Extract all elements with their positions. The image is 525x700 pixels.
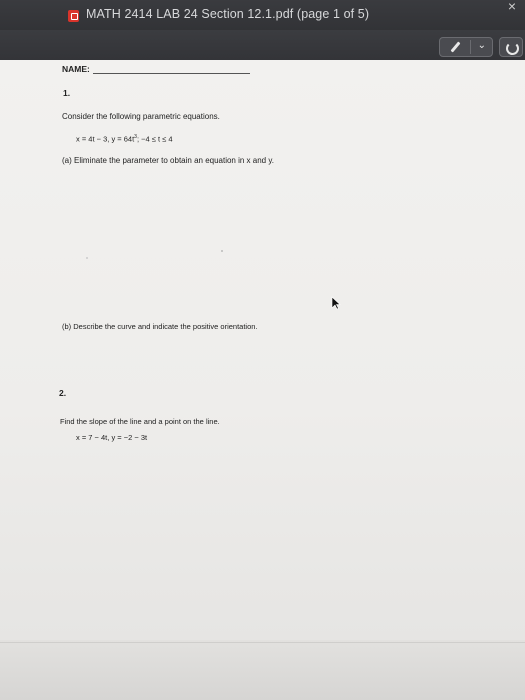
- question-1-part-a: (a) Eliminate the parameter to obtain an…: [62, 156, 274, 165]
- name-underline: [93, 73, 250, 74]
- question-2-number: 2.: [59, 388, 67, 398]
- markup-button[interactable]: ⌄: [439, 37, 493, 57]
- question-2-prompt: Find the slope of the line and a point o…: [60, 417, 220, 426]
- question-1-part-b: (b) Describe the curve and indicate the …: [62, 322, 258, 331]
- chevron-down-icon[interactable]: ⌄: [478, 40, 486, 51]
- button-divider: [470, 40, 471, 54]
- pdf-icon: [68, 10, 79, 22]
- rotate-button[interactable]: [499, 37, 523, 57]
- close-icon[interactable]: ×: [503, 0, 521, 13]
- rotate-icon: [506, 42, 519, 55]
- pdf-page: NAME: 1. Consider the following parametr…: [0, 60, 525, 640]
- question-1-eq-main: x = 4t − 3, y = 64t: [76, 134, 135, 144]
- mouse-cursor-icon: [331, 296, 341, 310]
- question-1-number: 1.: [63, 88, 71, 98]
- question-1-eq-range: ; −4 ≤ t ≤ 4: [136, 134, 173, 144]
- question-1-prompt: Consider the following parametric equati…: [62, 112, 220, 121]
- question-1-equations: x = 4t − 3, y = 64t3; −4 ≤ t ≤ 4: [76, 134, 173, 144]
- window-title: MATH 2414 LAB 24 Section 12.1.pdf (page …: [86, 7, 370, 21]
- pen-icon: [450, 41, 461, 53]
- page-speck: [86, 257, 88, 259]
- question-2-equations: x = 7 − 4t, y = −2 − 3t: [76, 433, 148, 442]
- page-bottom-margin: [0, 640, 525, 700]
- page-edge: [0, 642, 525, 643]
- page-speck: [221, 250, 223, 252]
- toolbar: ⌄: [0, 30, 525, 60]
- name-label: NAME:: [62, 64, 90, 74]
